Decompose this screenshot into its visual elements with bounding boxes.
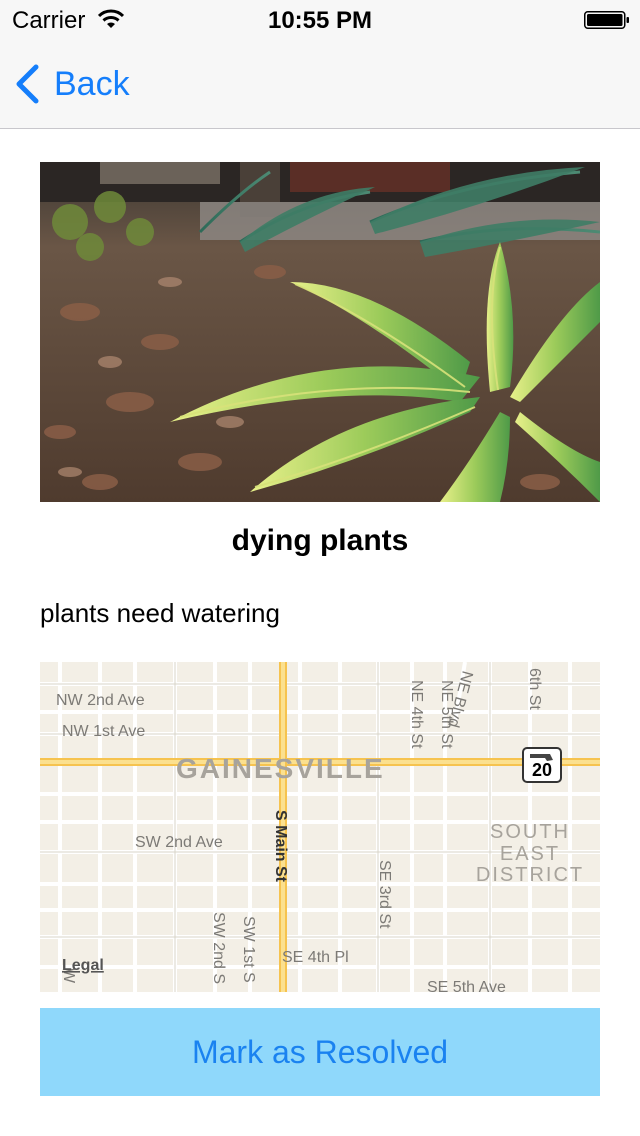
report-photo <box>40 162 600 502</box>
street-label: NW 2nd Ave <box>56 692 145 709</box>
location-map[interactable]: NW 2nd Ave NW 1st Ave SW 2nd Ave SE 4th … <box>40 662 600 992</box>
legal-link[interactable]: Legal <box>62 957 104 974</box>
street-label: SW 2nd Ave <box>135 834 223 851</box>
street-label: S Main St <box>272 810 289 883</box>
street-label: 6th St <box>526 668 543 710</box>
battery-icon <box>584 11 629 29</box>
street-label: NE 4th St <box>408 680 425 749</box>
street-label: SE 3rd St <box>376 860 393 929</box>
back-button[interactable]: Back <box>14 62 130 106</box>
back-label: Back <box>54 64 130 103</box>
report-description: plants need watering <box>40 598 280 628</box>
street-label: SW 2nd S <box>210 912 227 984</box>
clock: 10:55 PM <box>267 7 373 34</box>
district-label: DISTRICT <box>476 864 584 886</box>
route-shield-icon: 20 <box>522 747 562 783</box>
report-title: dying plants <box>231 524 409 557</box>
street-label: NW 1st Ave <box>62 723 145 740</box>
district-label: EAST <box>500 843 560 865</box>
route-number: 20 <box>532 760 552 780</box>
street-label: SE 5th Ave <box>427 979 506 992</box>
chevron-left-icon <box>16 64 39 104</box>
mark-resolved-button[interactable]: Mark as Resolved <box>40 1008 600 1096</box>
district-label: SOUTH <box>490 821 570 843</box>
street-label: SW 1st S <box>240 916 257 983</box>
street-label: SE 4th Pl <box>282 949 349 966</box>
status-bar: Carrier 10:55 PM <box>0 0 640 40</box>
navigation-bar: Back <box>0 40 640 129</box>
city-label: GAINESVILLE <box>176 753 385 784</box>
